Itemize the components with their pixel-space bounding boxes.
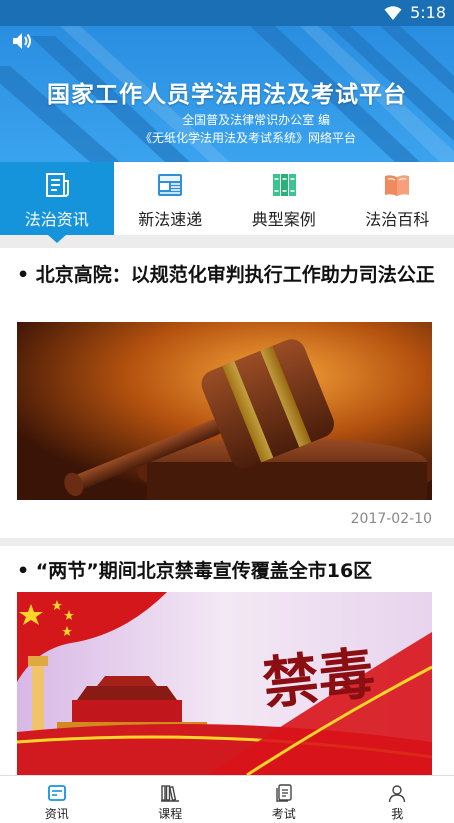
books-icon: [272, 174, 296, 196]
nav-label: 我: [391, 807, 404, 821]
sound-icon[interactable]: [11, 31, 33, 51]
library-icon: [161, 785, 180, 802]
bottom-navigation: 资讯 课程 考试 我: [0, 775, 454, 823]
anti-drug-banner-image: 禁毒: [17, 592, 432, 775]
news-card-icon: [47, 785, 66, 801]
app-screen: 5:18 国家工作人员学法用法及考试平台 全国普及法律常识办公室 编 《无纸化学…: [0, 0, 454, 823]
nav-exam[interactable]: 考试: [227, 776, 341, 823]
tab-legal-news[interactable]: 法治资讯: [0, 162, 114, 243]
platform-editor: 全国普及法律常识办公室 编: [182, 113, 330, 127]
open-book-icon: [385, 175, 410, 196]
nav-courses[interactable]: 课程: [114, 776, 228, 823]
header-banner: 国家工作人员学法用法及考试平台 全国普及法律常识办公室 编 《无纸化学法用法及考…: [0, 26, 454, 162]
article-title[interactable]: • “两节”期间北京禁毒宣传覆盖全市16区: [17, 558, 441, 584]
gavel-image: [17, 322, 432, 500]
nav-label: 资讯: [44, 807, 69, 821]
nav-news[interactable]: 资讯: [0, 776, 114, 823]
article-title[interactable]: • 北京高院：以规范化审判执行工作助力司法公正: [17, 262, 441, 288]
tab-typical-cases[interactable]: 典型案例: [227, 162, 341, 235]
platform-title: 国家工作人员学法用法及考试平台: [47, 82, 407, 108]
article-date: 2017-02-10: [350, 511, 432, 527]
newspaper-icon: [45, 173, 69, 197]
category-tabs: 法治资讯 新法速递 典型案例 法治百科: [0, 162, 454, 243]
tab-label: 新法速递: [138, 210, 203, 229]
platform-subtitle: 《无纸化学法用法及考试系统》网络平台: [139, 131, 356, 145]
exam-paper-icon: [276, 784, 292, 802]
news-icon: [158, 174, 183, 196]
tab-label: 法治百科: [365, 210, 430, 229]
status-time: 5:18: [410, 3, 446, 22]
article-card[interactable]: • 北京高院：以规范化审判执行工作助力司法公正 2017-02-10: [0, 248, 454, 538]
article-card[interactable]: • “两节”期间北京禁毒宣传覆盖全市16区 禁毒: [0, 546, 454, 775]
tab-label: 典型案例: [251, 210, 316, 229]
tab-label: 法治资讯: [24, 210, 89, 229]
nav-label: 课程: [158, 807, 183, 821]
status-bar: 5:18: [0, 0, 454, 26]
nav-label: 考试: [271, 807, 296, 821]
tab-legal-encyclopedia[interactable]: 法治百科: [341, 162, 454, 235]
nav-me[interactable]: 我: [341, 776, 454, 823]
wifi-icon: [384, 6, 402, 20]
anti-drug-text: 禁毒: [260, 640, 378, 717]
tab-new-laws[interactable]: 新法速递: [114, 162, 228, 235]
person-icon: [389, 785, 406, 803]
